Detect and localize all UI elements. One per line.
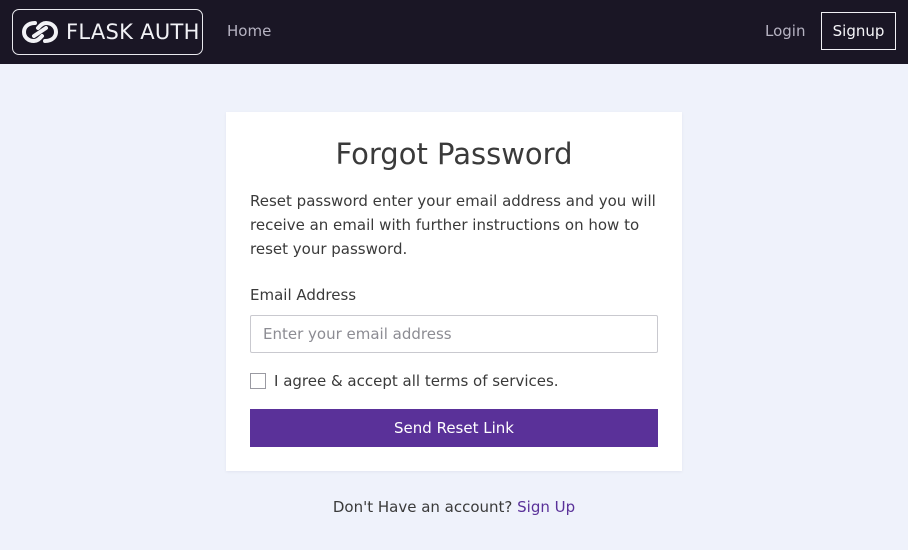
terms-checkbox[interactable] <box>250 373 266 389</box>
email-field[interactable] <box>250 315 658 353</box>
top-navbar: FLASK AUTH Home Login Signup <box>0 0 908 64</box>
infinity-link-icon <box>21 20 59 44</box>
email-label: Email Address <box>250 286 357 304</box>
signup-prompt: Don't Have an account? Sign Up <box>0 498 908 516</box>
form-description: Reset password enter your email address … <box>250 192 656 258</box>
nav-signup-button[interactable]: Signup <box>821 12 896 50</box>
send-reset-link-button[interactable]: Send Reset Link <box>250 409 658 447</box>
nav-login-link[interactable]: Login <box>765 22 805 40</box>
signup-link[interactable]: Sign Up <box>517 498 575 516</box>
nav-home-link[interactable]: Home <box>227 22 271 40</box>
brand-logo-link[interactable]: FLASK AUTH <box>12 9 203 55</box>
signup-prompt-text: Don't Have an account? <box>332 498 518 516</box>
terms-label: I agree & accept all terms of services. <box>274 372 559 390</box>
brand-name: FLASK AUTH <box>66 20 200 44</box>
page-title: Forgot Password <box>335 137 573 171</box>
